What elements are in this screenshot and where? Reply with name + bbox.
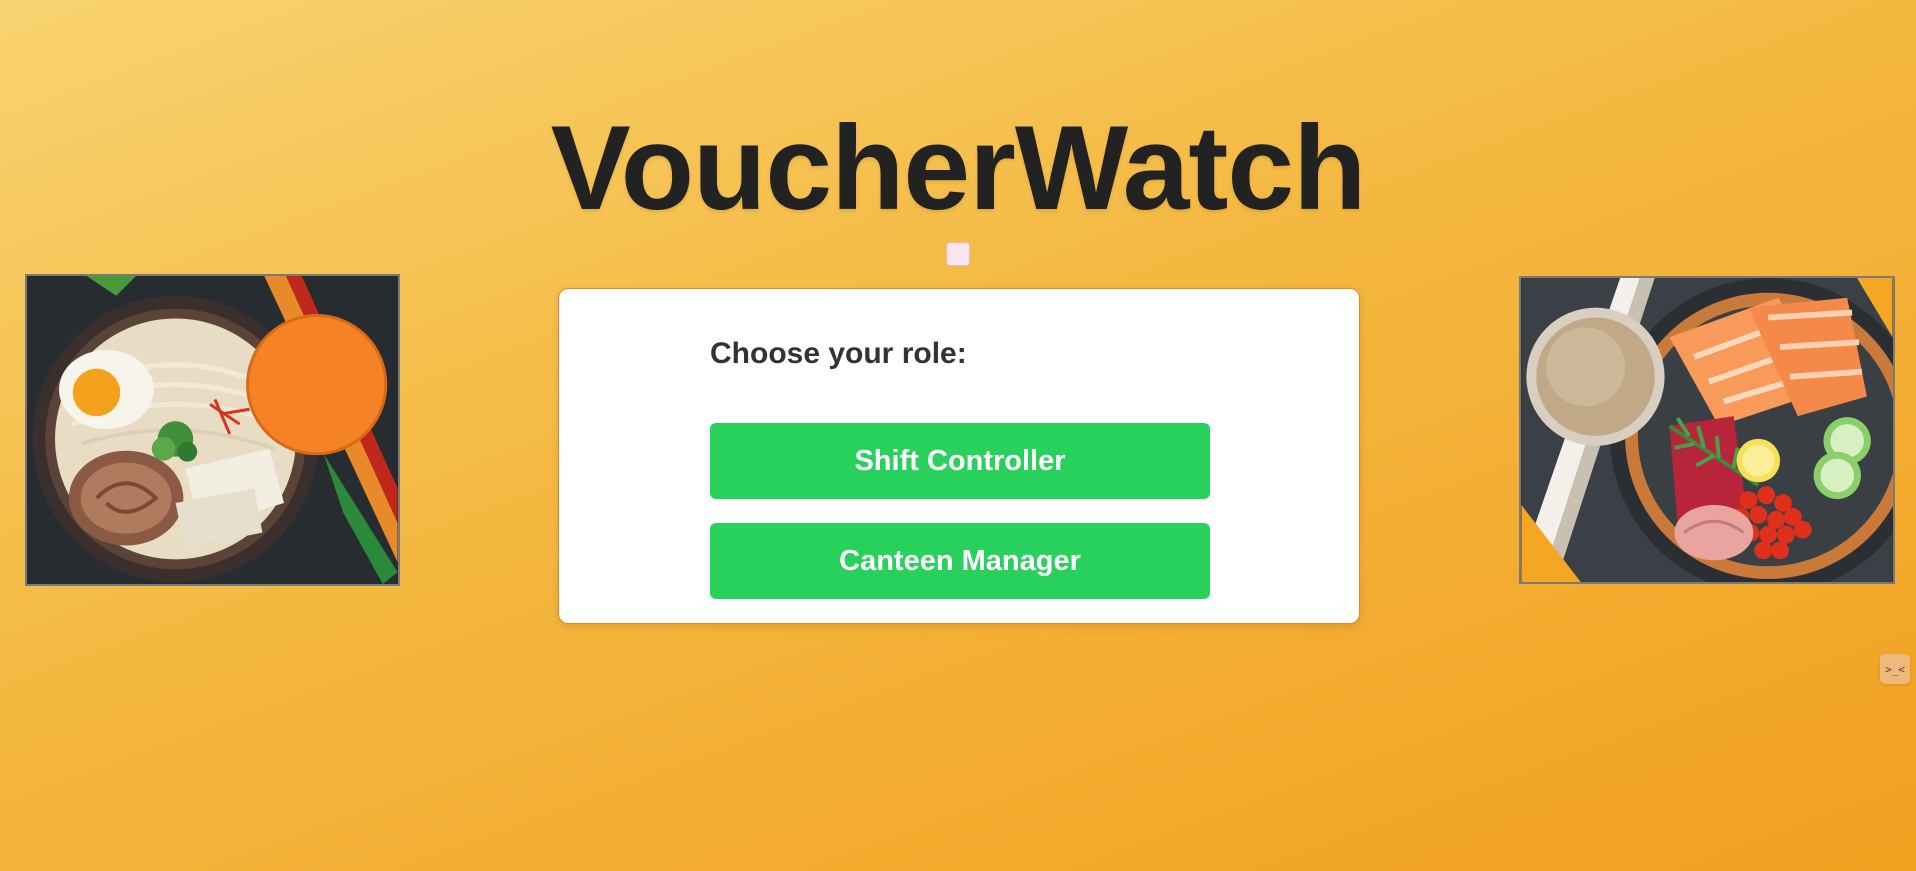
ramen-bowl-image — [25, 274, 400, 586]
canteen-manager-button[interactable]: Canteen Manager — [710, 523, 1210, 599]
role-selection-card: Choose your role: Shift Controller Cante… — [558, 288, 1360, 624]
role-prompt: Choose your role: — [710, 337, 967, 370]
app-title: VoucherWatch — [550, 101, 1367, 235]
sashimi-bowl-image — [1519, 276, 1895, 584]
shift-controller-button[interactable]: Shift Controller — [710, 423, 1210, 499]
sleepy-face-icon[interactable]: >_< — [1880, 654, 1910, 684]
small-badge[interactable] — [946, 242, 970, 266]
sleepy-face-glyph: >_< — [1885, 662, 1905, 676]
